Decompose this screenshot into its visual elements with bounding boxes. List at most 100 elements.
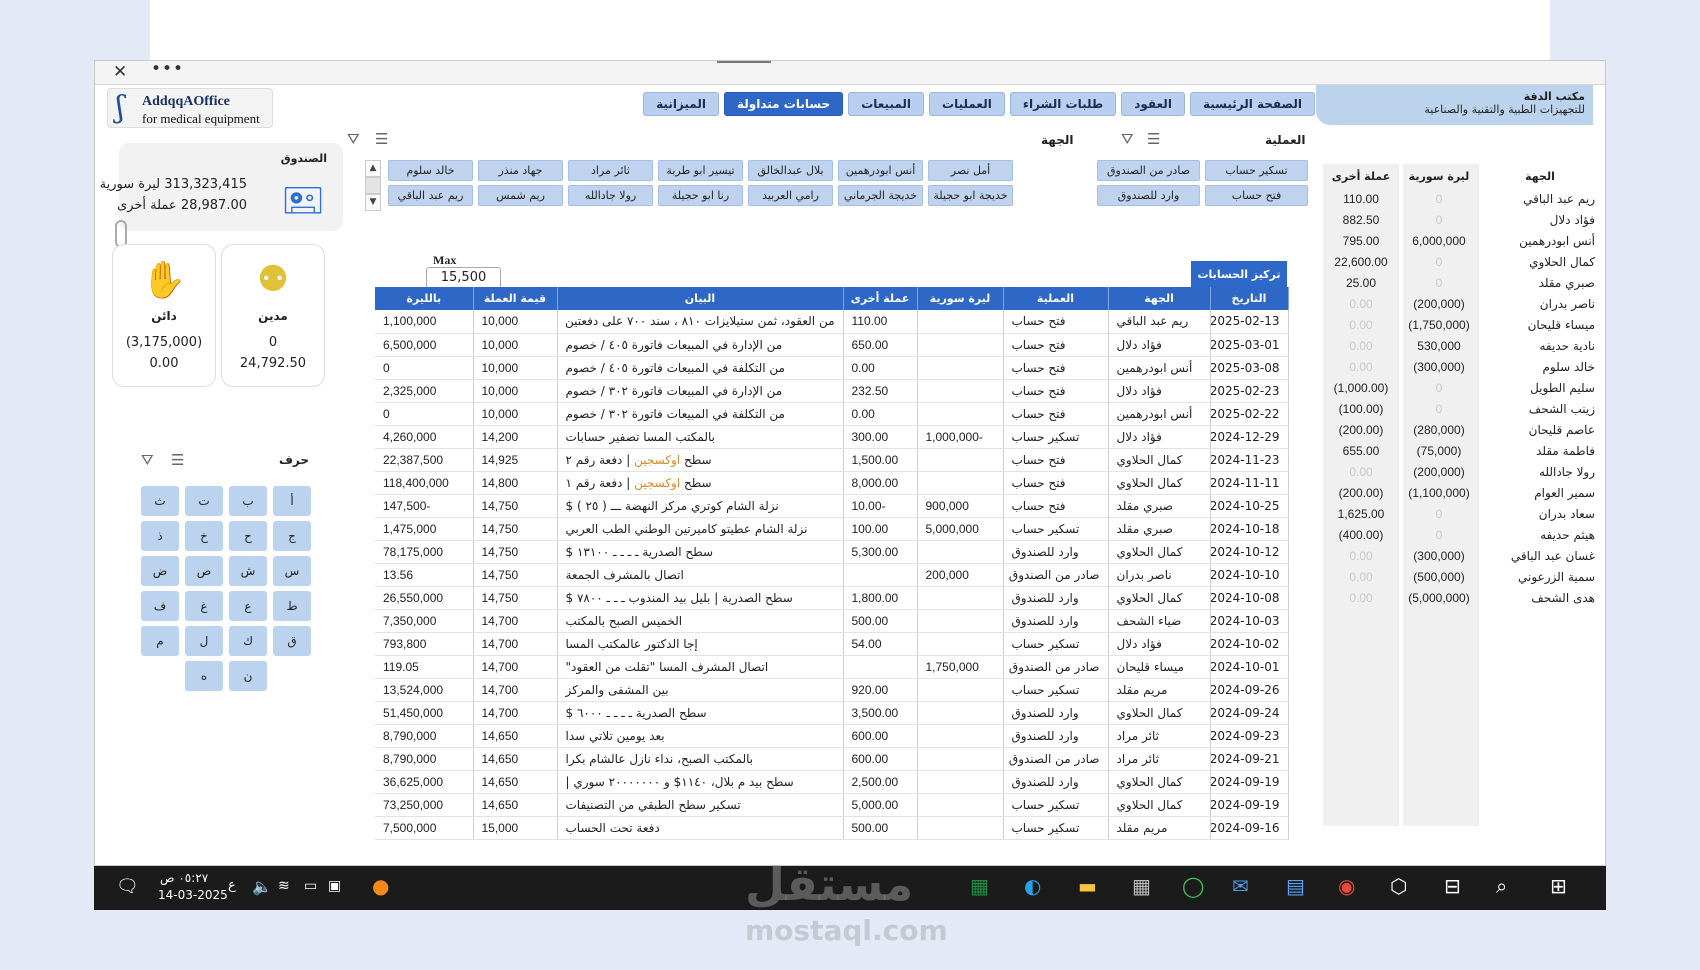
ledger-cell-op[interactable]: تسكير حساب <box>1003 425 1109 449</box>
ledger-cell-op[interactable]: فتح حساب <box>1003 494 1109 518</box>
ledger-cell-rate[interactable]: 10,000 <box>473 379 558 403</box>
summary-name[interactable]: سمير العوام <box>1479 482 1601 503</box>
ledger-cell-op[interactable]: فتح حساب <box>1003 333 1109 357</box>
summary-row[interactable]: خالد سلوم (300,000) 0.00 <box>1323 356 1601 377</box>
summary-row[interactable]: غسان عبد الباقي (300,000) 0.00 <box>1323 545 1601 566</box>
multi-select-icon[interactable]: ☰ <box>1147 130 1160 148</box>
summary-row[interactable]: هيثم حديفه 0 (400.00) <box>1323 524 1601 545</box>
table-row[interactable]: 2024-09-21 ثائر مراد صادر من الصندوق 600.00… <box>375 747 1289 771</box>
ledger-cell-syp[interactable] <box>917 770 1004 794</box>
ledger-cell-rate[interactable]: 14,700 <box>473 678 558 702</box>
table-row[interactable]: 2025-03-01 فؤاد دلال فتح حساب 650.00 من الإد… <box>375 333 1289 357</box>
ledger-cell-party[interactable]: ناصر بدران <box>1108 563 1211 587</box>
task-view-icon[interactable]: ⊟ <box>1444 874 1461 898</box>
summary-row[interactable]: عاصم قليحان (280,000) (200.00) <box>1323 419 1601 440</box>
table-row[interactable]: 2024-09-24 كمال الحلاوي وارد للصندوق 3,500.… <box>375 701 1289 725</box>
clear-filter-icon[interactable]: ⛛ <box>1121 130 1134 148</box>
ledger-cell-rate[interactable]: 14,750 <box>473 517 558 541</box>
summary-name[interactable]: زينب الشحف <box>1479 398 1601 419</box>
ledger-cell-stmt[interactable]: بعد يومين تلاتي سدا <box>557 724 844 748</box>
ledger-cell-syp[interactable] <box>917 586 1004 610</box>
ledger-cell-stmt[interactable]: سطح الصدرية ـ ـ ـ ـ ١٣١٠٠ $ <box>557 540 844 564</box>
ledger-cell-syp[interactable] <box>917 701 1004 725</box>
ledger-cell-rate[interactable]: 15,000 <box>473 816 558 840</box>
ledger-cell-inlira[interactable]: 13,524,000 <box>375 678 474 702</box>
letter-key[interactable]: ع <box>229 591 267 621</box>
table-row[interactable]: 2024-10-03 ضياء الشحف وارد للصندوق 500.00 ال… <box>375 609 1289 633</box>
letter-key[interactable]: ل <box>185 626 223 656</box>
table-row[interactable]: 2024-10-01 ميساء قليحان صادر من الصندوق 1,7… <box>375 655 1289 679</box>
tab-6[interactable]: الميزانية <box>643 92 719 116</box>
ledger-cell-other[interactable]: 232.50 <box>843 379 918 403</box>
col-statement[interactable]: البيان <box>557 287 844 310</box>
ledger-cell-inlira[interactable]: 22,387,500 <box>375 448 474 472</box>
ledger-cell-rate[interactable]: 14,200 <box>473 425 558 449</box>
tab-5[interactable]: حسابات متداولة <box>723 92 844 116</box>
summary-name[interactable]: سليم الطويل <box>1479 377 1601 398</box>
ledger-cell-other[interactable]: 600.00 <box>843 747 918 771</box>
party-option[interactable]: رولا جادالله <box>568 185 653 206</box>
ledger-cell-party[interactable]: صبري مقلد <box>1108 517 1211 541</box>
ledger-cell-stmt[interactable]: من التكلفة في المبيعات فاتورة ٣٠٢ / خصوم <box>557 402 844 426</box>
letter-key[interactable]: ن <box>229 661 267 691</box>
ledger-cell-party[interactable]: فؤاد دلال <box>1108 425 1211 449</box>
summary-name[interactable]: غسان عبد الباقي <box>1479 545 1601 566</box>
summary-row[interactable]: سمير العوام (1,100,000) (200.00) <box>1323 482 1601 503</box>
ledger-cell-date[interactable]: 2024-09-24 <box>1210 701 1289 725</box>
ledger-cell-date[interactable]: 2024-10-25 <box>1210 494 1289 518</box>
ledger-cell-stmt[interactable]: من التكلفة في المبيعات فاتورة ٤٠٥ / خصوم <box>557 356 844 380</box>
party-option[interactable]: خديجة الجرماني <box>838 185 923 206</box>
ledger-cell-rate[interactable]: 10,000 <box>473 402 558 426</box>
ledger-cell-op[interactable]: وارد للصندوق <box>1003 770 1109 794</box>
store-icon[interactable]: ▤ <box>1286 874 1305 898</box>
ledger-cell-rate[interactable]: 14,650 <box>473 724 558 748</box>
ledger-cell-op[interactable]: صادر من الصندوق <box>1003 563 1109 587</box>
ledger-cell-date[interactable]: 2024-10-18 <box>1210 517 1289 541</box>
letter-key[interactable]: ه <box>185 661 223 691</box>
ledger-cell-rate[interactable]: 14,650 <box>473 793 558 817</box>
ledger-cell-other[interactable]: -10.00 <box>843 494 918 518</box>
ledger-cell-date[interactable]: 2025-02-23 <box>1210 379 1289 403</box>
ledger-cell-inlira[interactable]: 73,250,000 <box>375 793 474 817</box>
summary-row[interactable]: نادية حديفه 530,000 0.00 <box>1323 335 1601 356</box>
ledger-cell-op[interactable]: صادر من الصندوق <box>1003 747 1109 771</box>
app-orange-icon[interactable]: ● <box>372 874 389 898</box>
ledger-cell-date[interactable]: 2024-10-10 <box>1210 563 1289 587</box>
ledger-cell-inlira[interactable]: 7,350,000 <box>375 609 474 633</box>
ledger-cell-date[interactable]: 2025-02-13 <box>1210 310 1289 334</box>
party-option[interactable]: تيسير ابو طربة <box>658 160 743 181</box>
table-row[interactable]: 2024-10-12 كمال الحلاوي وارد للصندوق 5,300.… <box>375 540 1289 564</box>
ledger-cell-inlira[interactable]: 8,790,000 <box>375 747 474 771</box>
ledger-cell-op[interactable]: صادر من الصندوق <box>1003 655 1109 679</box>
table-row[interactable]: 2024-10-02 فؤاد دلال تسكير حساب 54.00 إجا ال… <box>375 632 1289 656</box>
ledger-cell-stmt[interactable]: بالمكتب الصبح، نداء نازل عالشام بكرا <box>557 747 844 771</box>
party-option[interactable]: جهاد منذر <box>478 160 563 181</box>
letter-key[interactable]: ج <box>273 521 311 551</box>
ledger-cell-rate[interactable]: 14,700 <box>473 655 558 679</box>
letter-key[interactable]: خ <box>185 521 223 551</box>
ledger-cell-rate[interactable]: 14,800 <box>473 471 558 495</box>
ledger-cell-party[interactable]: ريم عبد الباقي <box>1108 310 1211 334</box>
table-row[interactable]: 2024-10-25 صبري مقلد فتح حساب 900,000 -10.00… <box>375 494 1289 518</box>
party-option[interactable]: ريم عبد الباقي <box>388 185 473 206</box>
summary-name[interactable]: فاطمة مقلد <box>1479 440 1601 461</box>
ledger-cell-stmt[interactable]: الخميس الصبح بالمكتب <box>557 609 844 633</box>
ledger-cell-other[interactable]: 3,500.00 <box>843 701 918 725</box>
ledger-cell-op[interactable]: فتح حساب <box>1003 448 1109 472</box>
col-in-lira[interactable]: بالليرة <box>375 287 474 310</box>
summary-row[interactable]: صبري مقلد 0 25.00 <box>1323 272 1601 293</box>
ledger-cell-stmt[interactable]: من الإدارة في المبيعات فاتورة ٣٠٢ / خصوم <box>557 379 844 403</box>
table-row[interactable]: 2024-10-10 ناصر بدران صادر من الصندوق 200,0… <box>375 563 1289 587</box>
ledger-cell-other[interactable]: 0.00 <box>843 402 918 426</box>
ledger-cell-rate[interactable]: 10,000 <box>473 356 558 380</box>
summary-row[interactable]: فؤاد دلال 0 882.50 <box>1323 209 1601 230</box>
ledger-cell-syp[interactable]: 5,000,000 <box>917 517 1004 541</box>
ledger-cell-inlira[interactable]: 7,500,000 <box>375 816 474 840</box>
summary-row[interactable]: أنس ابودرهمين 6,000,000 795.00 <box>1323 230 1601 251</box>
letter-key[interactable]: س <box>273 556 311 586</box>
table-row[interactable]: 2024-11-11 كمال الحلاوي فتح حساب 8,000.00 سط… <box>375 471 1289 495</box>
letter-key[interactable]: ب <box>229 486 267 516</box>
ledger-cell-rate[interactable]: 14,925 <box>473 448 558 472</box>
ledger-cell-party[interactable]: فؤاد دلال <box>1108 333 1211 357</box>
summary-name[interactable]: خالد سلوم <box>1479 356 1601 377</box>
